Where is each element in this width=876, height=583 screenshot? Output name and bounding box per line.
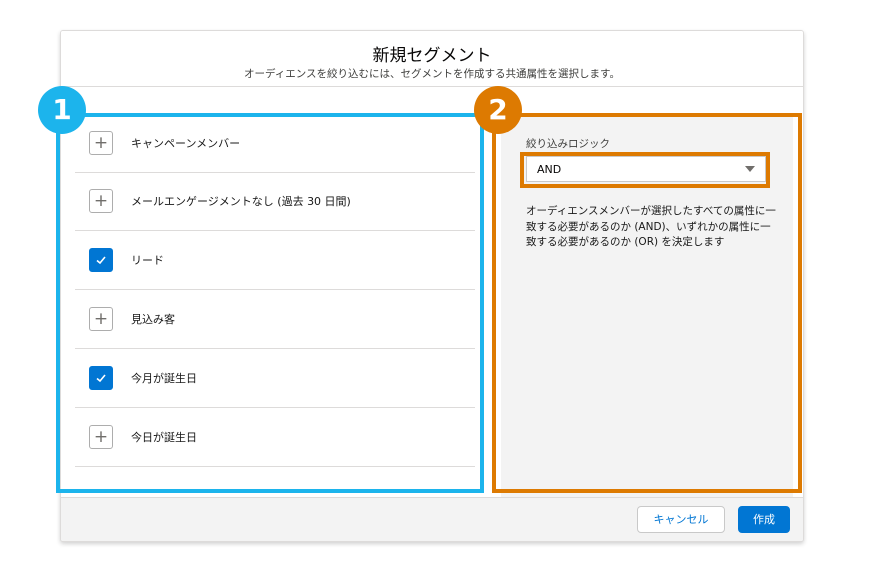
modal-title: 新規セグメント [372, 46, 492, 66]
create-button[interactable]: 作成 [738, 506, 790, 533]
annotation-badge-2: 2 [474, 86, 522, 134]
screenshot-stage: 新規セグメント オーディエンスを絞り込むには、セグメントを作成する共通属性を選択… [0, 0, 876, 583]
annotation-box-select [520, 152, 770, 188]
cancel-button[interactable]: キャンセル [637, 506, 725, 533]
modal-subtitle: オーディエンスを絞り込むには、セグメントを作成する共通属性を選択します。 [243, 68, 620, 80]
modal-footer: キャンセル 作成 [61, 497, 803, 541]
modal-header: 新規セグメント オーディエンスを絞り込むには、セグメントを作成する共通属性を選択… [61, 31, 803, 87]
annotation-box-1 [56, 113, 484, 493]
annotation-badge-1: 1 [38, 86, 86, 134]
